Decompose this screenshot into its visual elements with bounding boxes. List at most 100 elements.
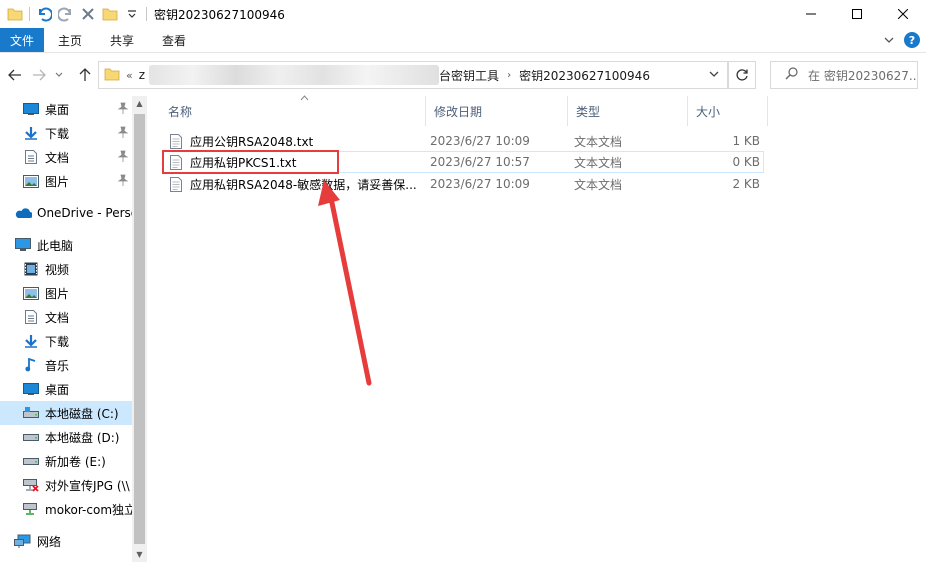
file-row[interactable]: 应用私钥RSA2048-敏感数据，请妥善保... 2023/6/27 10:09… — [162, 173, 764, 195]
delete-icon[interactable] — [77, 3, 99, 25]
customize-toolbar-chevron-icon[interactable] — [121, 3, 143, 25]
nav-item-label: 本地磁盘 (C:) — [45, 406, 119, 421]
network-icon — [14, 533, 32, 549]
breadcrumb-separator-icon[interactable]: › — [507, 70, 511, 81]
nav-item-drive-e[interactable]: 新加卷 (E:) — [0, 449, 132, 473]
column-header-size[interactable]: 大小 — [688, 96, 768, 126]
nav-item-downloads-pinned[interactable]: 下载 — [0, 121, 132, 145]
search-icon — [785, 67, 798, 83]
column-header-modified[interactable]: 修改日期 — [426, 96, 568, 126]
file-type: 文本文档 — [574, 155, 623, 170]
column-label: 修改日期 — [434, 104, 483, 119]
pin-icon[interactable] — [117, 174, 129, 189]
nav-item-downloads[interactable]: 下载 — [0, 329, 132, 353]
nav-item-drive-d[interactable]: 本地磁盘 (D:) — [0, 425, 132, 449]
nav-item-label: 网络 — [37, 534, 62, 549]
address-dropdown-chevron-icon[interactable] — [709, 68, 719, 81]
file-size: 1 KB — [732, 134, 760, 148]
nav-item-label: 文档 — [45, 150, 70, 165]
address-row: « z 台密钥工具 › 密钥20230627100946 在 密钥2023062… — [0, 58, 926, 92]
nav-item-documents-pinned[interactable]: 文档 — [0, 145, 132, 169]
nav-item-label: OneDrive - Perso — [37, 206, 132, 220]
nav-item-label: 新加卷 (E:) — [45, 454, 106, 469]
breadcrumb-partial: z — [138, 68, 146, 82]
download-icon — [22, 333, 40, 349]
tab-file[interactable]: 文件 — [0, 28, 45, 52]
title-bar: 密钥20230627100946 — [0, 0, 926, 28]
nav-item-this-pc[interactable]: 此电脑 — [0, 233, 132, 257]
forward-button[interactable] — [28, 64, 50, 86]
file-size: 0 KB — [732, 155, 760, 169]
recent-locations-chevron-icon[interactable] — [48, 64, 70, 86]
column-label: 类型 — [576, 104, 601, 119]
breadcrumb-item[interactable]: 台密钥工具 — [439, 67, 499, 84]
pin-icon[interactable] — [117, 102, 129, 117]
help-button[interactable]: ? — [904, 32, 920, 48]
nav-item-label: 图片 — [45, 174, 70, 189]
drive-icon — [22, 429, 40, 445]
search-input[interactable]: 在 密钥20230627... — [770, 61, 918, 89]
pin-icon[interactable] — [117, 126, 129, 141]
network-drive-icon — [22, 501, 40, 517]
folder-icon — [104, 67, 120, 84]
up-button[interactable] — [74, 64, 96, 86]
window-controls — [788, 0, 926, 28]
nav-item-music[interactable]: 音乐 — [0, 353, 132, 377]
close-button[interactable] — [880, 0, 926, 28]
nav-item-pictures-pinned[interactable]: 图片 — [0, 169, 132, 193]
nav-item-onedrive[interactable]: OneDrive - Perso — [0, 201, 132, 225]
file-row[interactable]: 应用公钥RSA2048.txt 2023/6/27 10:09 文本文档 1 K… — [162, 130, 764, 152]
desktop-icon — [22, 101, 40, 117]
nav-item-label: 文档 — [45, 310, 70, 325]
nav-item-desktop[interactable]: 桌面 — [0, 377, 132, 401]
scroll-up-arrow-icon[interactable]: ▲ — [132, 96, 147, 111]
folder-icon[interactable] — [4, 3, 26, 25]
redacted-path — [149, 65, 440, 85]
nav-item-drive-c[interactable]: 本地磁盘 (C:) — [0, 401, 132, 425]
address-bar[interactable]: « z 台密钥工具 › 密钥20230627100946 — [98, 61, 728, 89]
ribbon-right-controls: ? — [884, 32, 920, 48]
redo-icon[interactable] — [55, 3, 77, 25]
scrollbar-thumb[interactable] — [134, 114, 145, 544]
nav-item-network-drive-mokor[interactable]: mokor-com独立 — [0, 497, 132, 521]
new-folder-icon[interactable] — [99, 3, 121, 25]
scroll-down-arrow-icon[interactable]: ▼ — [132, 547, 147, 562]
minimize-button[interactable] — [788, 0, 834, 28]
tab-view[interactable]: 查看 — [148, 28, 200, 52]
nav-item-label: 下载 — [45, 126, 70, 141]
undo-icon[interactable] — [33, 3, 55, 25]
drive-c-icon — [22, 405, 40, 421]
column-header-type[interactable]: 类型 — [568, 96, 688, 126]
nav-pane-scrollbar[interactable]: ▲ ▼ — [132, 96, 147, 562]
tab-share[interactable]: 共享 — [96, 28, 148, 52]
nav-item-label: 图片 — [45, 286, 70, 301]
breadcrumb-item[interactable]: 密钥20230627100946 — [519, 67, 650, 84]
nav-item-network-drive-publicity[interactable]: 对外宣传JPG (\\ — [0, 473, 132, 497]
column-header-name[interactable]: 名称 — [160, 95, 426, 126]
nav-item-label: 对外宣传JPG (\\ — [45, 478, 130, 493]
back-button[interactable] — [4, 64, 26, 86]
nav-item-label: 本地磁盘 (D:) — [45, 430, 120, 445]
file-type: 文本文档 — [574, 177, 623, 192]
overflow-chevron[interactable]: « — [126, 69, 133, 82]
pin-icon[interactable] — [117, 150, 129, 165]
video-icon — [22, 261, 40, 277]
network-drive-disconnected-icon — [22, 477, 40, 493]
document-icon — [22, 309, 40, 325]
nav-item-documents[interactable]: 文档 — [0, 305, 132, 329]
nav-item-videos[interactable]: 视频 — [0, 257, 132, 281]
tab-home[interactable]: 主页 — [44, 28, 96, 52]
nav-item-network[interactable]: 网络 — [0, 529, 132, 553]
window-title: 密钥20230627100946 — [154, 7, 285, 22]
text-file-icon — [170, 173, 182, 195]
expand-ribbon-chevron-icon[interactable] — [884, 33, 894, 47]
refresh-button[interactable] — [728, 61, 756, 89]
nav-item-desktop-pinned[interactable]: 桌面 — [0, 97, 132, 121]
column-label: 大小 — [696, 104, 721, 119]
nav-item-pictures[interactable]: 图片 — [0, 281, 132, 305]
computer-icon — [14, 237, 32, 253]
maximize-button[interactable] — [834, 0, 880, 28]
file-size: 2 KB — [732, 177, 760, 191]
navigation-pane: 桌面 下载 文档 图片 OneDrive - Perso 此电脑 视频 图片 文… — [0, 96, 148, 562]
nav-item-label: 桌面 — [45, 102, 70, 117]
